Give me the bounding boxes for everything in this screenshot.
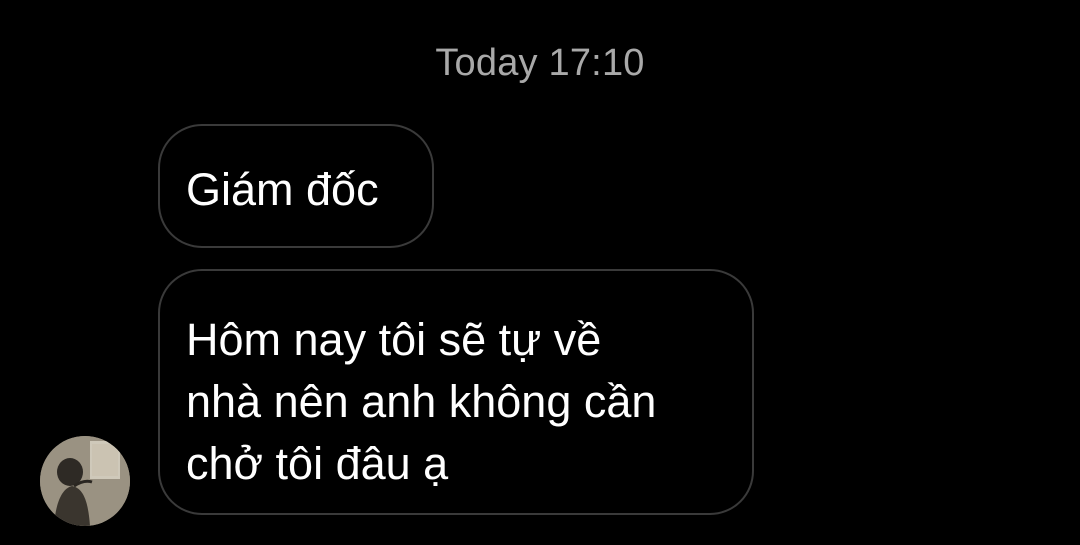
- message-text-2-line-2: nhà nên anh không cần: [186, 376, 657, 427]
- message-bubble-2[interactable]: Hôm nay tôi sẽ tự về nhà nên anh không c…: [158, 269, 754, 515]
- message-text-2-line-1: Hôm nay tôi sẽ tự về: [186, 314, 602, 365]
- message-bubble-1[interactable]: Giám đốc: [158, 124, 434, 248]
- avatar-photo-icon: [40, 436, 130, 526]
- contact-avatar[interactable]: [40, 436, 130, 526]
- message-timestamp: Today 17:10: [435, 42, 645, 84]
- message-text-1: Giám đốc: [186, 164, 379, 215]
- message-text-2-line-3: chở tôi đâu ạ: [186, 438, 449, 489]
